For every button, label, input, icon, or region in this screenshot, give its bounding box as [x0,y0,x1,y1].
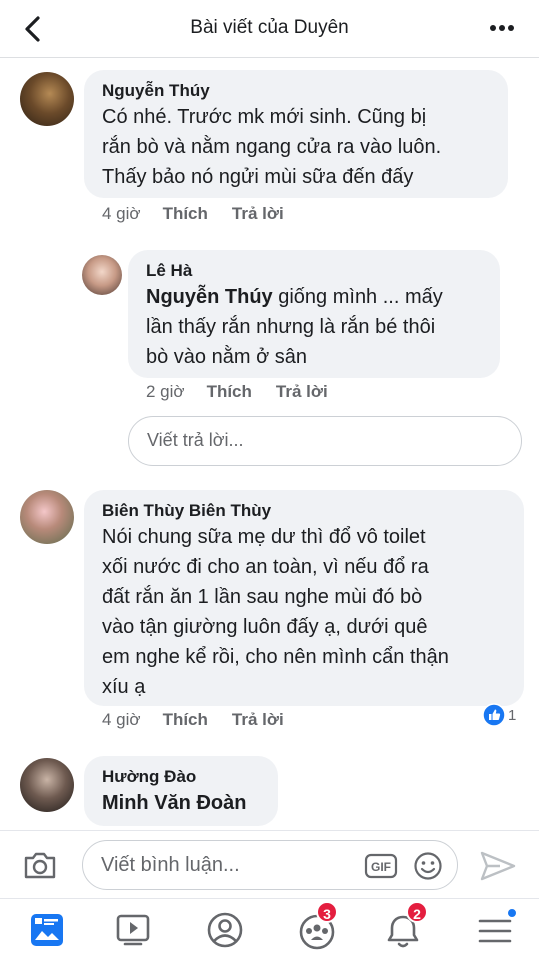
reply-button[interactable]: Trả lời [276,382,328,402]
news-feed-icon[interactable] [22,907,72,953]
comment-author[interactable]: Biên Thùy Biên Thùy [102,500,508,522]
notifications-tab[interactable]: 2 [378,901,428,953]
comment-bubble: Nguyễn Thúy Có nhé. Trước mk mới sinh. C… [84,70,508,198]
comment-time: 4 giờ [102,710,141,729]
reaction-summary[interactable]: 1 [482,703,516,727]
top-bar: Bài viết của Duyên [0,0,539,58]
comment-bubble: Lê Hà Nguyễn Thúy giống mình ... mấy lần… [128,250,500,378]
comment-bubble: Biên Thùy Biên Thùy Nói chung sữa mẹ dư … [84,490,524,706]
comment-placeholder: Viết bình luận... [101,854,240,876]
more-dots-icon[interactable] [487,15,517,41]
mention-link[interactable]: Minh Văn Đoàn [102,788,262,818]
comment-time: 4 giờ [102,204,141,223]
avatar[interactable] [20,72,74,126]
comment-bubble: Hường Đào Minh Văn Đoàn [84,756,278,826]
comment-actions: 4 giờ Thích Trả lời [102,204,284,224]
comment-input[interactable]: Viết bình luận... GIF [82,840,458,890]
avatar[interactable] [20,490,74,544]
comment-time: 2 giờ [146,382,185,401]
camera-icon[interactable] [22,849,58,881]
comment-actions: 4 giờ Thích Trả lời [102,710,284,730]
send-icon[interactable] [478,849,518,883]
comment-actions: 2 giờ Thích Trả lời [146,382,328,402]
mention-link[interactable]: Nguyễn Thúy [146,286,273,308]
watch-icon[interactable] [108,907,158,953]
avatar[interactable] [20,758,74,812]
comment-author[interactable]: Lê Hà [146,260,484,282]
avatar[interactable] [82,255,122,295]
groups-badge: 3 [316,901,338,923]
comment-composer: Viết bình luận... GIF [0,830,539,898]
reaction-count: 1 [508,706,517,724]
profile-icon[interactable] [200,907,250,953]
like-button[interactable]: Thích [163,204,208,224]
emoji-icon[interactable] [413,851,443,881]
reply-placeholder: Viết trả lời... [147,430,244,450]
comment-author[interactable]: Nguyễn Thúy [102,80,492,102]
comment-text: Nguyễn Thúy giống mình ... mấy lần thấy … [146,286,443,368]
comment-text: Minh Văn Đoàn [102,788,262,818]
thumbs-up-icon [482,703,506,727]
reply-button[interactable]: Trả lời [232,204,284,224]
gif-icon[interactable]: GIF [364,853,398,879]
menu-tab[interactable] [470,907,520,953]
comment-author[interactable]: Hường Đào [102,766,262,788]
page-title: Bài viết của Duyên [190,17,349,38]
reply-button[interactable]: Trả lời [232,710,284,730]
menu-dot [506,907,518,919]
gif-label: GIF [371,860,391,874]
bottom-nav: 3 2 [0,898,539,960]
like-button[interactable]: Thích [163,710,208,730]
comment-text: Nói chung sữa mẹ dư thì đổ vô toilet xối… [102,526,449,698]
comment-text: Có nhé. Trước mk mới sinh. Cũng bị rắn b… [102,106,442,188]
groups-tab[interactable]: 3 [292,901,342,953]
notifications-badge: 2 [406,901,428,923]
like-button[interactable]: Thích [207,382,252,402]
reply-input[interactable]: Viết trả lời... [128,416,522,466]
